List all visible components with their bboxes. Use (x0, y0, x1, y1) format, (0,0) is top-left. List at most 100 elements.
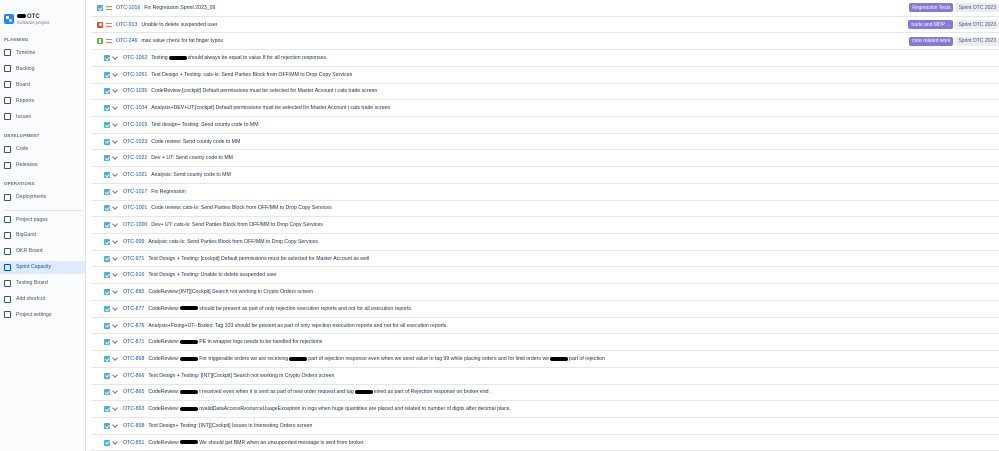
sprint-badge[interactable]: Sprint OTC 2023 (955, 20, 999, 30)
chevron-down-icon[interactable] (112, 171, 118, 177)
issue-key-link[interactable]: OTC-876 (123, 323, 144, 329)
sidebar-item-reports[interactable]: Reports (0, 94, 85, 107)
issue-row[interactable]: OTC-1019 Test design+ Testing: Send count… (91, 117, 999, 134)
issue-row[interactable]: OTC-1001 Code review: cats-ls: Send Parti… (91, 201, 999, 218)
issue-row[interactable]: OTC-971 Test Design + Testing: [cockpit] … (91, 251, 999, 268)
sprint-badge[interactable]: Sprint OTC 2023 (955, 3, 999, 13)
chevron-down-icon[interactable] (112, 154, 118, 161)
issue-row[interactable]: OTC-1000 Dev+ UT: cats-ls: Send Parties B… (91, 217, 999, 235)
sidebar-item-timeline[interactable]: Timeline (0, 46, 85, 59)
sidebar-item-sprint-capacity[interactable]: Sprint Capacity (0, 260, 85, 274)
sidebar-item-backlog[interactable]: Backlog (0, 62, 85, 75)
sidebar-item-add-shortcut[interactable]: Add shortcut (0, 293, 85, 306)
chevron-down-icon[interactable] (112, 104, 118, 110)
chevron-down-icon[interactable] (112, 388, 118, 395)
issue-label-badge[interactable]: trade and MDP ... (908, 20, 954, 30)
issue-row[interactable]: OTC-871 CodeReview: PE in wrapper logs nee… (91, 334, 999, 352)
sidebar-item-board[interactable]: Board (0, 78, 85, 91)
chevron-down-icon[interactable] (112, 187, 118, 194)
chevron-down-icon[interactable] (112, 70, 118, 77)
issue-row[interactable]: OTC-865 CodeReview: t received even when i… (91, 385, 999, 402)
project-header[interactable]: OTC Software project (4, 11, 50, 27)
chevron-down-icon[interactable] (112, 405, 118, 411)
issue-key-link[interactable]: OTC-863 (123, 406, 144, 412)
chevron-down-icon[interactable] (112, 204, 118, 211)
issue-key-link[interactable]: OTC-1022 (123, 155, 147, 161)
issue-row[interactable]: OTC-858 Test Design+ Testing: [INT][Cockp… (91, 418, 999, 435)
issue-key-link[interactable]: OTC-1051 (123, 72, 147, 78)
chevron-down-icon[interactable] (112, 121, 118, 127)
chevron-down-icon[interactable] (112, 137, 118, 144)
sidebar-item-project-pages[interactable]: Project pages (0, 213, 85, 226)
chevron-down-icon[interactable] (112, 338, 118, 345)
issue-key-link[interactable]: OTC-246 (116, 38, 137, 44)
issue-row[interactable]: OTC-1034 Analysis+DEV+UT:[cockpit] Defaul… (91, 100, 999, 117)
sidebar-item-okr-board[interactable]: OKR Board (0, 245, 85, 258)
sidebar-item-testing-board[interactable]: Testing Board (0, 277, 85, 290)
issue-row[interactable]: OTC-1035 CodeReview:[cockpit] Default per… (91, 84, 999, 101)
sidebar-item-biggantt[interactable]: BigGantt (0, 229, 85, 242)
issue-row[interactable]: OTC-246 max value check for fat finger ty… (91, 33, 999, 51)
issue-key-link[interactable]: OTC-916 (123, 272, 144, 278)
chevron-down-icon[interactable] (112, 371, 118, 378)
issue-key-link[interactable]: OTC-858 (123, 423, 144, 429)
chevron-down-icon[interactable] (112, 254, 118, 261)
issue-key-link[interactable]: OTC-865 (123, 389, 144, 395)
chevron-down-icon[interactable] (112, 355, 118, 361)
issue-key-link[interactable]: OTC-871 (123, 339, 144, 345)
chevron-down-icon[interactable] (112, 54, 118, 60)
issue-key-link[interactable]: OTC-971 (123, 256, 144, 262)
issue-key-link[interactable]: OTC-999 (123, 239, 144, 245)
chevron-down-icon[interactable] (112, 87, 118, 94)
issue-row[interactable]: OTC-999 Analysic cats-ls: Send Parties Bl… (91, 234, 999, 251)
chevron-down-icon[interactable] (112, 221, 118, 228)
chevron-down-icon[interactable] (112, 422, 118, 428)
chevron-down-icon[interactable] (112, 271, 118, 278)
issue-row[interactable]: OTC-1051 Test Design + Testing: cats-ls: … (91, 67, 999, 84)
chevron-down-icon[interactable] (112, 288, 118, 294)
issue-key-link[interactable]: OTC-1034 (123, 105, 147, 111)
issue-key-link[interactable]: OTC-1021 (123, 172, 147, 178)
chevron-down-icon[interactable] (112, 321, 118, 328)
issue-row[interactable]: OTC-1017 Fix Regression (91, 184, 999, 201)
sidebar-item-code[interactable]: Code (0, 143, 85, 156)
sidebar-item-releases[interactable]: Releases (0, 159, 85, 172)
sidebar-item-issues[interactable]: Issues (0, 110, 85, 123)
issue-key-link[interactable]: OTC-1000 (123, 222, 147, 228)
issue-key-link[interactable]: OTC-1016 (116, 5, 140, 11)
issue-key-link[interactable]: OTC-1023 (123, 139, 147, 145)
chevron-down-icon[interactable] (112, 304, 118, 311)
issue-key-link[interactable]: OTC-877 (123, 306, 144, 312)
issue-key-link[interactable]: OTC-1019 (123, 122, 147, 128)
issue-row[interactable]: OTC-851 CodeReview: We should get BMR when… (91, 435, 999, 451)
issue-row[interactable]: OTC-876 Analysis+Fixing+UT--Bsdex: Tag 10… (91, 318, 999, 335)
issue-row[interactable]: OTC-1022 Dev + UT: Send county code to MM (91, 150, 999, 168)
issue-row[interactable]: OTC-1052 Testing should always be equal to… (91, 50, 999, 67)
issue-key-link[interactable]: OTC-1035 (123, 88, 147, 94)
issue-row[interactable]: OTC-877 CodeReview: should be present as p… (91, 301, 999, 318)
issue-key-link[interactable]: OTC-1052 (123, 55, 147, 61)
issue-row[interactable]: OTC-863 CodeReview: nvalidDataAccessResour… (91, 401, 999, 418)
issue-row[interactable]: OTC-1021 Analysis: Send county code to MM (91, 167, 999, 184)
issue-row[interactable]: OTC-882 CodeReview:[INT][Cockpit] Search … (91, 284, 999, 301)
chevron-down-icon[interactable] (112, 238, 118, 244)
sidebar-item-deployments[interactable]: Deployments (0, 191, 85, 204)
issue-label-badge[interactable]: core related work (909, 36, 954, 46)
chevron-down-icon[interactable] (112, 438, 118, 445)
issue-key-link[interactable]: OTC-1001 (123, 205, 147, 211)
issue-row[interactable]: OTC-913 Unable to delete suspended user tr… (91, 17, 999, 34)
issue-row[interactable]: OTC-1016 Fix Regression Sprint 2023_09 Reg… (91, 0, 999, 17)
sprint-badge[interactable]: Sprint OTC 2023 (955, 36, 999, 46)
issue-key-link[interactable]: OTC-882 (123, 289, 144, 295)
issue-key-link[interactable]: OTC-913 (116, 22, 137, 28)
issue-row[interactable]: OTC-868 CodeReview: For triggerable orders… (91, 351, 999, 368)
sidebar-item-project-settings[interactable]: Project settings (0, 308, 85, 321)
issue-row[interactable]: OTC-1023 Code review: Send county code to… (91, 134, 999, 151)
issue-key-link[interactable]: OTC-866 (123, 373, 144, 379)
issue-key-link[interactable]: OTC-1017 (123, 189, 147, 195)
issue-key-link[interactable]: OTC-868 (123, 356, 144, 362)
issue-row[interactable]: OTC-866 Test Design + Testing: [INT][Cock… (91, 368, 999, 385)
issue-row[interactable]: OTC-916 Test Design + Testing: Unable to … (91, 268, 999, 285)
issue-label-badge[interactable]: Regression Tests (909, 3, 954, 13)
issue-key-link[interactable]: OTC-851 (123, 440, 144, 446)
